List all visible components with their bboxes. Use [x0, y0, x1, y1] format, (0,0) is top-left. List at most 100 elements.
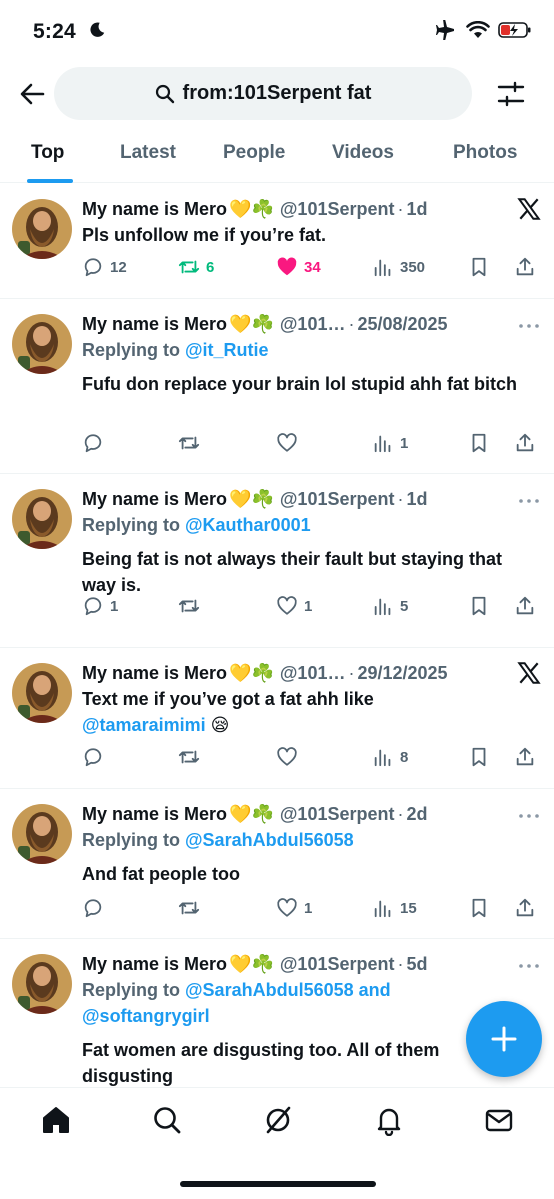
tweet[interactable]: My name is Mero 💛☘️ @101… · 25/08/2025 R…: [0, 299, 554, 474]
more-options-icon[interactable]: [516, 488, 542, 514]
filter-sliders-icon[interactable]: [496, 79, 526, 109]
like-button[interactable]: 34: [276, 256, 321, 278]
views-button[interactable]: 5: [372, 595, 408, 617]
reply-button[interactable]: [82, 897, 110, 919]
like-button[interactable]: 1: [276, 595, 312, 617]
tweet-actions: 1 1 5: [82, 595, 538, 621]
reply-button[interactable]: [82, 746, 110, 768]
author-handle[interactable]: @101Serpent: [280, 489, 395, 510]
search-input[interactable]: from:101Serpent fat: [54, 67, 472, 120]
more-options-icon[interactable]: [516, 803, 542, 829]
author-emoji: 💛☘️: [229, 662, 274, 683]
views-button[interactable]: 350: [372, 256, 425, 278]
tweet-text-content: Fat women are disgusting too. All of the…: [82, 1040, 440, 1086]
views-button[interactable]: 1: [372, 432, 408, 454]
messages-envelope-icon[interactable]: [483, 1104, 515, 1136]
retweet-button[interactable]: [178, 746, 206, 768]
tweet-time[interactable]: 1d: [406, 199, 427, 220]
author-handle[interactable]: @101…: [280, 314, 346, 335]
tab-videos[interactable]: Videos: [332, 142, 394, 164]
like-button[interactable]: [276, 746, 304, 768]
views-icon: [374, 749, 391, 767]
author-handle[interactable]: @101Serpent: [280, 804, 395, 825]
replying-to-mention[interactable]: @SarahAbdul56058 and: [185, 980, 391, 1000]
avatar[interactable]: [12, 954, 72, 1014]
tweet-time[interactable]: 2d: [406, 804, 427, 825]
bookmark-button[interactable]: [468, 746, 490, 768]
heart-filled-icon: [277, 257, 297, 276]
replying-to-mention[interactable]: @SarahAbdul56058: [185, 830, 354, 850]
tweet-time[interactable]: 5d: [406, 954, 427, 975]
tweet[interactable]: My name is Mero 💛☘️ @101Serpent · 1d Rep…: [0, 474, 554, 648]
tab-people[interactable]: People: [223, 142, 285, 164]
tweet-time[interactable]: 25/08/2025: [357, 314, 447, 335]
share-button[interactable]: [514, 432, 536, 454]
retweet-count: 6: [206, 258, 215, 276]
author-name[interactable]: My name is Mero: [82, 199, 227, 220]
bookmark-button[interactable]: [468, 595, 490, 617]
reply-icon: [84, 748, 102, 767]
retweet-button[interactable]: [178, 432, 206, 454]
author-handle[interactable]: @101Serpent: [280, 199, 395, 220]
grok-icon[interactable]: [262, 1104, 294, 1136]
share-button[interactable]: [514, 746, 536, 768]
like-count: 1: [304, 597, 313, 615]
notifications-bell-icon[interactable]: [373, 1104, 405, 1136]
author-name[interactable]: My name is Mero: [82, 663, 227, 684]
search-nav-icon[interactable]: [151, 1104, 183, 1136]
bookmark-button[interactable]: [468, 256, 490, 278]
tweet-text: Pls unfollow me if you’re fat.: [82, 222, 538, 248]
retweet-button[interactable]: 6: [178, 256, 214, 278]
author-handle[interactable]: @101…: [280, 663, 346, 684]
author-name[interactable]: My name is Mero: [82, 489, 227, 510]
share-button[interactable]: [514, 897, 536, 919]
tweet-header: My name is Mero 💛☘️ @101… · 25/08/2025: [82, 311, 538, 337]
home-indicator: [180, 1181, 376, 1187]
author-name[interactable]: My name is Mero: [82, 804, 227, 825]
avatar[interactable]: [12, 663, 72, 723]
avatar[interactable]: [12, 314, 72, 374]
retweet-button[interactable]: [178, 595, 206, 617]
replying-to-mention-2[interactable]: @softangrygirl: [82, 1006, 210, 1026]
tweet-body: My name is Mero 💛☘️ @101Serpent · 1d Rep…: [82, 486, 538, 598]
tab-latest[interactable]: Latest: [120, 142, 176, 164]
x-logo-icon[interactable]: [516, 196, 542, 222]
tweet-time[interactable]: 1d: [406, 489, 427, 510]
home-icon[interactable]: [40, 1104, 72, 1136]
back-arrow-icon[interactable]: [18, 80, 46, 108]
tweet[interactable]: My name is Mero 💛☘️ @101Serpent · 1d Pls…: [0, 184, 554, 299]
tab-photos[interactable]: Photos: [453, 142, 517, 164]
share-button[interactable]: [514, 595, 536, 617]
like-button[interactable]: [276, 432, 304, 454]
views-button[interactable]: 15: [372, 897, 417, 919]
views-button[interactable]: 8: [372, 746, 408, 768]
share-button[interactable]: [514, 256, 536, 278]
tweet[interactable]: My name is Mero 💛☘️ @101Serpent · 5d Rep…: [0, 939, 554, 1087]
author-name[interactable]: My name is Mero: [82, 314, 227, 335]
bookmark-button[interactable]: [468, 432, 490, 454]
avatar[interactable]: [12, 489, 72, 549]
more-options-icon[interactable]: [516, 313, 542, 339]
tab-top[interactable]: Top: [31, 142, 64, 164]
replying-to-mention[interactable]: @Kauthar0001: [185, 515, 311, 535]
reply-button[interactable]: 12: [82, 256, 127, 278]
retweet-button[interactable]: [178, 897, 206, 919]
avatar[interactable]: [12, 804, 72, 864]
author-handle[interactable]: @101Serpent: [280, 954, 395, 975]
replying-to-prefix: Replying to: [82, 340, 185, 360]
like-button[interactable]: 1: [276, 897, 312, 919]
replying-to-mention[interactable]: @it_Rutie: [185, 340, 269, 360]
bookmark-button[interactable]: [468, 897, 490, 919]
x-logo-icon[interactable]: [516, 660, 542, 686]
avatar[interactable]: [12, 199, 72, 259]
author-name[interactable]: My name is Mero: [82, 954, 227, 975]
tweet[interactable]: My name is Mero 💛☘️ @101Serpent · 2d Rep…: [0, 789, 554, 939]
reply-button[interactable]: 1: [82, 595, 118, 617]
heart-icon: [277, 596, 297, 615]
tweet-mention[interactable]: @tamaraimimi: [82, 715, 206, 735]
compose-button[interactable]: [466, 1001, 542, 1077]
more-options-icon[interactable]: [516, 953, 542, 979]
tweet-time[interactable]: 29/12/2025: [357, 663, 447, 684]
tweet[interactable]: My name is Mero 💛☘️ @101… · 29/12/2025 T…: [0, 648, 554, 789]
reply-button[interactable]: [82, 432, 110, 454]
